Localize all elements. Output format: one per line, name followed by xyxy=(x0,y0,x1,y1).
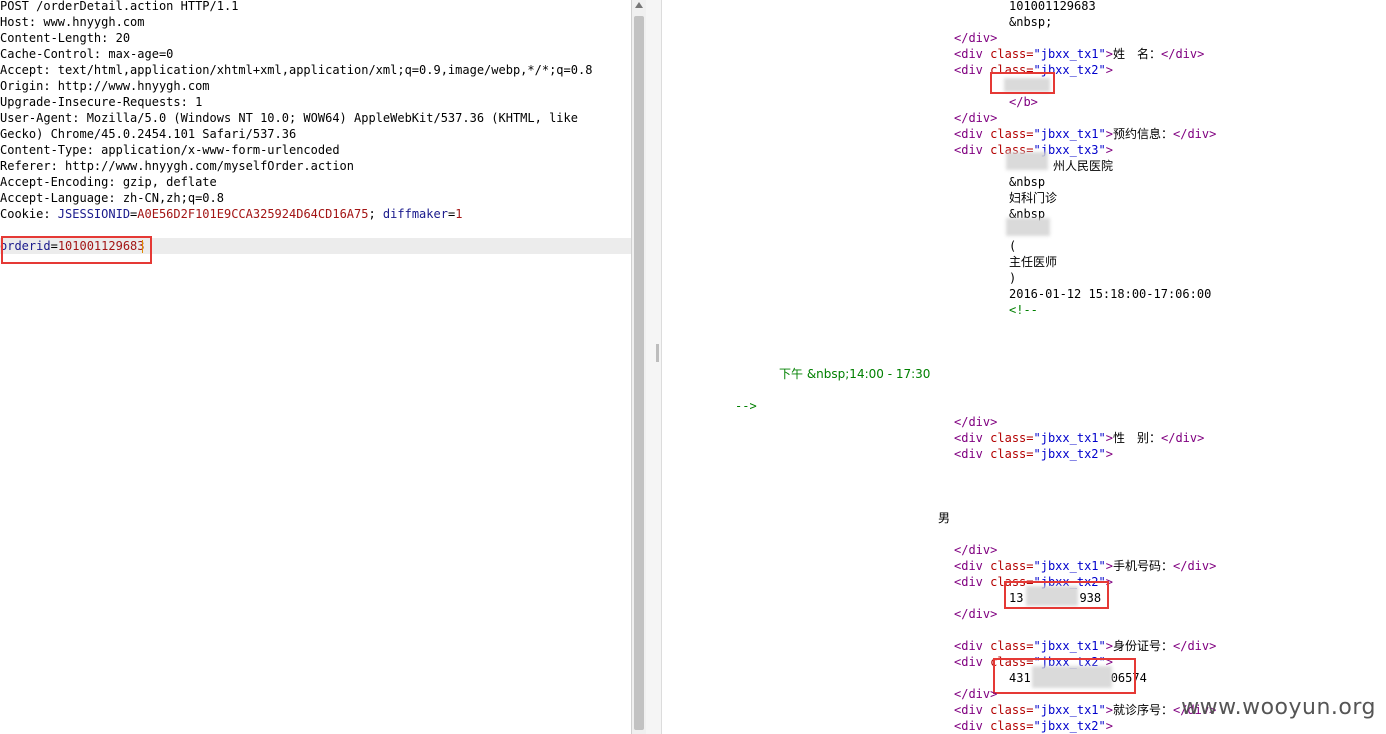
request-line: POST /orderDetail.action HTTP/1.1 xyxy=(0,0,239,13)
resp-div-close-1: </div> xyxy=(954,31,998,45)
resp-b-close: </b> xyxy=(1009,95,1038,109)
label-seq: 就诊序号： xyxy=(1112,703,1173,717)
cookie-label: Cookie: xyxy=(0,207,58,221)
pane-splitter[interactable] xyxy=(646,0,662,734)
label-booking: 预约信息： xyxy=(1112,127,1173,141)
resp-div-close-6: </div> xyxy=(954,687,998,701)
resp-div-close-3: </div> xyxy=(954,415,998,429)
resp-div-seq-label: <div class="jbxx_tx1">就诊序号：</div> xyxy=(954,703,1217,717)
resp-paren-close: ) xyxy=(1009,271,1017,285)
resp-div-phone-label: <div class="jbxx_tx1">手机号码：</div> xyxy=(954,559,1217,573)
resp-div-name-label: <div class="jbxx_tx1">姓 名：</div> xyxy=(954,47,1205,61)
header-user-agent-cont: Gecko) Chrome/45.0.2454.101 Safari/537.3… xyxy=(0,127,297,141)
header-accept-encoding: Accept-Encoding: gzip, deflate xyxy=(0,175,217,189)
resp-comment-close: --> xyxy=(735,399,757,413)
cookie-value-jsessionid: A0E56D2F101E9CCA325924D64CD16A75 xyxy=(137,207,369,221)
resp-div-close-5: </div> xyxy=(954,607,998,621)
resp-div-booking-label: <div class="jbxx_tx1">预约信息：</div> xyxy=(954,127,1217,141)
response-viewer[interactable]: 101001129683 &nbsp; </div> <div class="j… xyxy=(662,0,1386,734)
resp-div-gender-label: <div class="jbxx_tx1">性 别：</div> xyxy=(954,431,1205,445)
resp-nbsp-1: &nbsp; xyxy=(1009,15,1053,29)
header-user-agent: User-Agent: Mozilla/5.0 (Windows NT 10.0… xyxy=(0,111,578,125)
resp-comment-line: 下午 &nbsp;14:00 - 17:30 xyxy=(779,367,931,381)
header-upgrade-insecure: Upgrade-Insecure-Requests: 1 xyxy=(0,95,203,109)
scroll-up-arrow-icon[interactable] xyxy=(635,2,643,8)
request-scrollbar-thumb[interactable] xyxy=(634,16,644,730)
label-phone: 手机号码： xyxy=(1112,559,1173,573)
resp-gender: 男 xyxy=(938,511,951,525)
header-content-length: Content-Length: 20 xyxy=(0,31,131,45)
resp-div-seq-value: <div class="jbxx_tx2"> xyxy=(954,719,1113,733)
header-content-type: Content-Type: application/x-www-form-url… xyxy=(0,143,340,157)
label-name: 姓 名： xyxy=(1112,47,1161,61)
resp-hospital: 州人民医院 xyxy=(1053,159,1114,173)
phone-highlight-box xyxy=(1004,581,1109,609)
name-highlight-box xyxy=(990,72,1055,94)
resp-div-id-label: <div class="jbxx_tx1">身份证号：</div> xyxy=(954,639,1217,653)
resp-div-close-4: </div> xyxy=(954,543,998,557)
cookie-key-diffmaker: diffmaker xyxy=(382,207,448,221)
redacted-doctor-name xyxy=(1006,218,1050,236)
resp-paren-open: ( xyxy=(1009,239,1017,253)
header-referer: Referer: http://www.hnyygh.com/myselfOrd… xyxy=(0,159,355,173)
header-origin: Origin: http://www.hnyygh.com xyxy=(0,79,210,93)
header-host: Host: www.hnyygh.com xyxy=(0,15,145,29)
cookie-value-diffmaker: 1 xyxy=(455,207,463,221)
watermark: www.wooyun.org xyxy=(1181,695,1376,720)
id-highlight-box xyxy=(993,658,1136,694)
splitter-grip-icon[interactable] xyxy=(656,344,659,362)
header-accept: Accept: text/html,application/xhtml+xml,… xyxy=(0,63,593,77)
cookie-key-jsessionid: JSESSIONID xyxy=(57,207,131,221)
resp-doctor-title: 主任医师 xyxy=(1009,255,1058,269)
resp-nbsp-2: &nbsp xyxy=(1009,175,1046,189)
header-accept-language: Accept-Language: zh-CN,zh;q=0.8 xyxy=(0,191,224,205)
resp-comment-open: <!-- xyxy=(1009,303,1038,317)
header-cookie: Cookie: JSESSIONID=A0E56D2F101E9CCA32592… xyxy=(0,207,463,221)
request-editor[interactable]: POST /orderDetail.action HTTP/1.1 Host: … xyxy=(0,0,631,734)
redacted-hospital-prefix xyxy=(1006,152,1048,170)
resp-div-gender-value: <div class="jbxx_tx2"> xyxy=(954,447,1113,461)
resp-orderid: 101001129683 xyxy=(1009,0,1096,13)
request-scrollbar[interactable] xyxy=(631,0,646,734)
cookie-separator: ; xyxy=(368,207,383,221)
resp-datetime: 2016-01-12 15:18:00-17:06:00 xyxy=(1009,287,1212,301)
label-gender: 性 别： xyxy=(1112,431,1161,445)
header-cache-control: Cache-Control: max-age=0 xyxy=(0,47,174,61)
resp-div-close-2: </div> xyxy=(954,111,998,125)
resp-dept: 妇科门诊 xyxy=(1009,191,1058,205)
orderid-highlight-box xyxy=(1,236,152,264)
label-id: 身份证号： xyxy=(1112,639,1173,653)
